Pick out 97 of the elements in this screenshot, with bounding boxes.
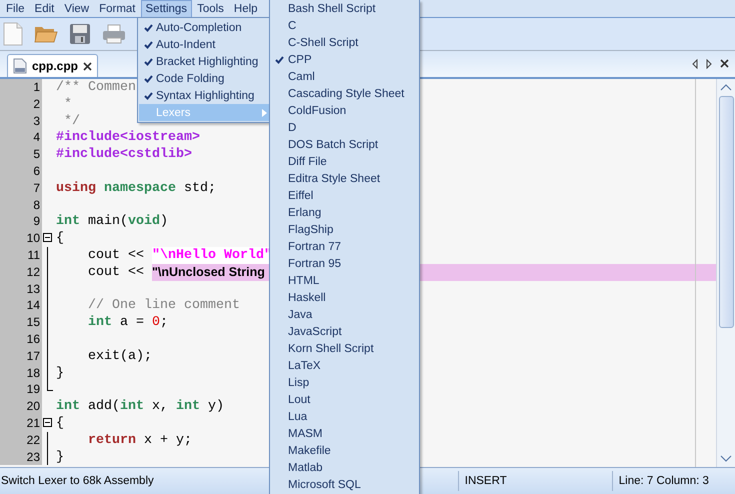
menu-item[interactable]: ColdFusion	[270, 102, 419, 119]
code-line: #include<cstdlib>	[55, 146, 192, 163]
code-line: {	[55, 414, 64, 432]
scrollbar-thumb[interactable]	[718, 96, 734, 328]
menu-item[interactable]: Editra Style Sheet	[270, 170, 419, 187]
code-line: #include<iostream>	[55, 129, 200, 146]
line-number: 3	[0, 112, 42, 130]
close-icon[interactable]	[720, 59, 729, 68]
line-number: 2	[0, 96, 42, 113]
menu-item[interactable]: CPP	[270, 51, 419, 68]
file-tab[interactable]: cpp.cpp	[7, 54, 98, 77]
line-number: 21	[0, 414, 42, 432]
code-line: {	[55, 230, 64, 247]
code-line: int main(void)	[55, 213, 168, 230]
line-number: 13	[0, 280, 42, 298]
line-number: 4	[0, 129, 42, 146]
menu-item[interactable]: Haskell	[270, 289, 419, 306]
line-number: 10	[0, 230, 42, 247]
line-number: 12	[0, 264, 42, 281]
menu-item[interactable]: Fortran 95	[270, 255, 419, 272]
line-number: 18	[0, 364, 42, 382]
line-number: 20	[0, 398, 42, 415]
code-line: *	[62, 96, 72, 113]
menu-item[interactable]: C	[270, 17, 419, 34]
folder-icon[interactable]	[34, 24, 58, 44]
line-number: 22	[0, 432, 42, 449]
line-number: 9	[0, 213, 42, 230]
left-arrow-icon[interactable]	[692, 59, 698, 69]
status-message: Switch Lexer to 68k Assembly	[0, 474, 155, 489]
code-line: */	[62, 112, 80, 130]
menu-item[interactable]: Lua	[270, 408, 419, 425]
code-line: cout << "\nUnclosed String	[86, 264, 265, 281]
menu-item[interactable]: MASM	[270, 425, 419, 442]
code-line: // One line comment	[86, 297, 240, 314]
menu-item[interactable]: Auto-Completion	[139, 19, 270, 36]
printer-icon[interactable]	[102, 24, 126, 44]
menu-item[interactable]: Bracket Highlighting	[139, 53, 270, 70]
line-number: 6	[0, 162, 42, 180]
menu-item[interactable]: Fortran 77	[270, 238, 419, 255]
fold-icon[interactable]	[43, 233, 52, 242]
menu-item[interactable]: Erlang	[270, 204, 419, 221]
code-line: /** Commen	[55, 79, 136, 96]
line-number: 5	[0, 146, 42, 163]
file-icon	[13, 58, 27, 74]
code-line: exit(a);	[86, 348, 152, 365]
menu-item[interactable]: Lout	[270, 391, 419, 408]
line-number: 14	[0, 297, 42, 314]
line-number: 16	[0, 330, 42, 348]
cursor-position: Line: 7 Column: 3	[612, 471, 735, 491]
menu-item[interactable]: LaTeX	[270, 357, 419, 374]
menu-item[interactable]: Diff File	[270, 153, 419, 170]
menu-item[interactable]: JavaScript	[270, 323, 419, 340]
menu-item[interactable]: Eiffel	[270, 187, 419, 204]
submenu-arrow-icon	[262, 109, 267, 117]
menu-item[interactable]: DOS Batch Script	[270, 136, 419, 153]
menu-item[interactable]: Edit	[30, 0, 60, 17]
menu-item[interactable]: D	[270, 119, 419, 136]
line-number: 1	[0, 79, 42, 96]
menu-item[interactable]: File	[1, 0, 30, 17]
code-line: return x + y;	[86, 432, 192, 449]
code-line: using namespace std;	[55, 180, 216, 197]
line-number: 15	[0, 314, 42, 331]
edit-mode: INSERT	[458, 471, 612, 491]
fold-icon[interactable]	[43, 418, 52, 427]
right-arrow-icon[interactable]	[706, 59, 712, 69]
menu-item[interactable]: Auto-Indent	[139, 36, 270, 53]
code-line: int a = 0;	[86, 314, 168, 331]
save-icon[interactable]	[69, 23, 91, 45]
menu-item[interactable]: Java	[270, 306, 419, 323]
menu-item[interactable]: Code Folding	[139, 70, 270, 87]
line-number: 8	[0, 196, 42, 214]
line-number: 23	[0, 448, 42, 466]
menu-item[interactable]: Help	[228, 0, 263, 17]
menu-item[interactable]: C-Shell Script	[270, 34, 419, 51]
line-number: 11	[0, 246, 42, 264]
menu-item[interactable]: Makefile	[270, 442, 419, 459]
menu-item[interactable]: Format	[94, 0, 140, 17]
close-icon[interactable]	[83, 62, 92, 70]
line-number: 17	[0, 348, 42, 365]
menu-item[interactable]: HTML	[270, 272, 419, 289]
line-number: 19	[0, 381, 42, 398]
menu-item[interactable]: Matlab	[270, 459, 419, 476]
menu-item[interactable]: Caml	[270, 68, 419, 85]
menu-item[interactable]: Lisp	[270, 374, 419, 391]
menu-item[interactable]: View	[59, 0, 94, 17]
menu-item[interactable]: Bash Shell Script	[270, 0, 419, 17]
menu-item[interactable]: Korn Shell Script	[270, 340, 419, 357]
menu-item[interactable]: Syntax Highlighting	[139, 87, 270, 104]
code-line: int add(int x, int y)	[55, 398, 224, 415]
menu-item[interactable]: Settings	[140, 0, 192, 17]
line-number: 7	[0, 180, 42, 197]
menu-item[interactable]: Tools	[192, 0, 229, 17]
menu-item[interactable]: FlagShip	[270, 221, 419, 238]
code-line: }	[55, 364, 64, 382]
code-line: }	[55, 448, 64, 466]
menu-item[interactable]: Cascading Style Sheet	[270, 85, 419, 102]
menu-item[interactable]: Microsoft SQL	[270, 476, 419, 493]
